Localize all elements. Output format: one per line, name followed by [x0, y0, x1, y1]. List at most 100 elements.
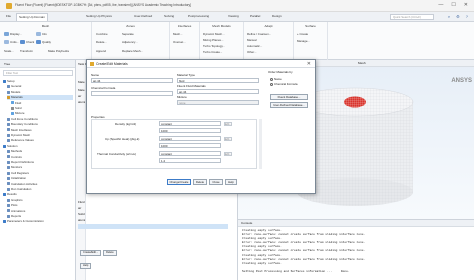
tree-item[interactable]: Reports — [7, 214, 73, 219]
tree-item[interactable]: Models — [7, 90, 73, 95]
console-panel[interactable]: Console Creating empty surface. Error: zo… — [238, 220, 474, 280]
tree-item[interactable]: Plots — [7, 203, 73, 208]
tree-item[interactable]: General — [7, 84, 73, 89]
tree-item[interactable]: Animations — [7, 209, 73, 214]
density-value-field[interactable]: 1000 — [159, 128, 221, 133]
name-field[interactable]: air-44 — [91, 78, 173, 83]
mesh-check-button[interactable]: Check — [20, 40, 34, 45]
zones-combine-button[interactable]: Combine — [96, 32, 108, 36]
interfaces-mesh-button[interactable]: Mesh... — [173, 32, 182, 36]
tab-solving[interactable]: Solving — [162, 13, 176, 21]
fluent-database-button[interactable]: Fluent Database... — [270, 94, 308, 100]
tree-item[interactable]: Parameters & Customization — [3, 219, 73, 224]
make-polyhedra-button[interactable]: Make Polyhedra — [48, 49, 69, 53]
tab-setting-up-domain[interactable]: Setting Up Domain — [16, 13, 48, 21]
task-help-button[interactable]: Help — [80, 263, 92, 269]
tree-item[interactable]: Controls — [7, 155, 73, 160]
adapt-refine-button[interactable]: Refine / Coarsen... — [247, 32, 271, 36]
thermal-conductivity-method-select[interactable]: constant — [159, 151, 221, 156]
tree-item[interactable]: Cell Zone Conditions — [7, 117, 73, 122]
tree-item-label: Dynamic Mesh — [11, 133, 31, 137]
tree-item[interactable]: Calculation Activities — [7, 182, 73, 187]
tree-item[interactable]: Solid — [11, 106, 73, 111]
quick-search-input[interactable]: Quick Search (Ctrl+F) — [390, 14, 434, 20]
help-icon[interactable]: ? — [466, 14, 468, 19]
chemical-formula-field[interactable] — [91, 91, 173, 96]
tab-file[interactable]: File — [4, 13, 13, 21]
tree-item[interactable]: Boundary Conditions — [7, 122, 73, 127]
density-edit-button[interactable]: Edit... — [224, 121, 232, 126]
search-icon[interactable]: ⌕ — [448, 14, 450, 19]
tab-user-defined[interactable]: User-Defined — [132, 13, 154, 21]
mixing-planes-button[interactable]: Mixing Planes... — [203, 38, 223, 42]
change-create-button[interactable]: Change/Create — [167, 179, 191, 185]
tree-item[interactable]: Monitors — [7, 165, 73, 170]
order-by-name-radio[interactable]: Name — [270, 77, 282, 81]
tree-item[interactable]: Setup — [3, 79, 73, 84]
tree-item[interactable]: Run Calculation — [7, 187, 73, 192]
cp-edit-button[interactable]: Edit... — [224, 136, 232, 141]
mixture-select[interactable]: none — [177, 100, 259, 105]
tree-item[interactable]: Fluid — [11, 101, 73, 106]
tree-item[interactable]: Mesh Interfaces — [7, 128, 73, 133]
dialog-delete-button[interactable]: Delete — [193, 179, 207, 185]
interfaces-overset-button[interactable]: Overset... — [173, 40, 186, 44]
dialog-help-button[interactable]: Help — [225, 179, 237, 185]
properties-scrollbar[interactable] — [259, 119, 262, 169]
turbo-topology-button[interactable]: Turbo Topology... — [203, 44, 225, 48]
mesh-info-button[interactable]: Info — [36, 32, 47, 37]
surface-create-button[interactable]: + Create — [297, 32, 308, 36]
tree-item[interactable]: Results — [3, 192, 73, 197]
order-by-formula-radio[interactable]: Chemical Formula — [270, 82, 297, 86]
create-edit-button[interactable]: Create/Edit... — [80, 250, 102, 256]
zones-delete-button[interactable]: Delete... — [96, 40, 107, 44]
close-icon[interactable]: ✕ — [307, 61, 311, 67]
tree-item[interactable]: Methods — [7, 149, 73, 154]
zones-separate-button[interactable]: Separate — [122, 32, 134, 36]
tree-filter-input[interactable]: Filter Text — [3, 70, 73, 76]
mesh-scale-button[interactable]: Scale... — [4, 49, 14, 53]
zones-adjacency-button[interactable]: Adjacency... — [122, 40, 138, 44]
adapt-other-button[interactable]: Other... — [247, 50, 256, 54]
close-button[interactable]: ✕ — [464, 2, 468, 8]
tab-setting-up-physics[interactable]: Setting Up Physics — [84, 13, 114, 21]
zones-append-button[interactable]: Append — [96, 49, 106, 53]
cp-value-field[interactable]: 1000 — [159, 143, 221, 148]
mesh-units-button[interactable]: Units... — [4, 40, 19, 45]
mesh-display-button[interactable]: Display... — [4, 32, 22, 37]
tree-item[interactable]: Materials — [7, 95, 73, 101]
mesh-transform-button[interactable]: Transform — [20, 49, 33, 53]
dialog-close-button[interactable]: Close — [209, 179, 223, 185]
cp-method-select[interactable]: constant — [159, 136, 221, 141]
tab-parallel[interactable]: Parallel — [248, 13, 262, 21]
turbo-create-button[interactable]: Turbo Create... — [203, 50, 222, 54]
tree-item[interactable]: Report Definitions — [7, 160, 73, 165]
tree-item[interactable]: Dynamic Mesh — [7, 133, 73, 138]
delete-material-button[interactable]: Delete — [103, 250, 117, 256]
tree-item[interactable]: Graphics — [7, 198, 73, 203]
mesh-quality-button[interactable]: Quality — [36, 40, 51, 45]
fluent-fluid-materials-select[interactable]: air-44 — [177, 89, 259, 94]
zones-replace-mesh-button[interactable]: Replace Mesh... — [122, 49, 143, 53]
tab-viewing[interactable]: Viewing — [226, 13, 241, 21]
density-method-select[interactable]: constant — [159, 121, 221, 126]
minimize-button[interactable]: — — [438, 2, 443, 8]
adapt-manual-button[interactable]: Manual — [247, 38, 256, 42]
thermal-conductivity-value-field[interactable]: 1.4 — [159, 158, 221, 163]
tree-item[interactable]: Cell Registers — [7, 171, 73, 176]
tab-design[interactable]: Design — [270, 13, 284, 21]
surface-manage-button[interactable]: Manage... — [297, 39, 310, 43]
maximize-button[interactable]: ☐ — [451, 2, 455, 8]
user-defined-database-button[interactable]: User-Defined Database... — [270, 102, 308, 108]
task-selected-row[interactable] — [78, 224, 228, 229]
tree-item[interactable]: Initialization — [7, 176, 73, 181]
gear-icon[interactable]: ⚙ — [456, 14, 460, 19]
tree-item[interactable]: Reference Values — [7, 138, 73, 143]
material-type-select[interactable]: fluid — [177, 78, 259, 83]
tree-item[interactable]: Mixture — [11, 111, 73, 116]
thermal-conductivity-edit-button[interactable]: Edit... — [224, 151, 232, 156]
dynamic-mesh-button[interactable]: Dynamic Mesh... — [203, 32, 225, 36]
tree-item[interactable]: Solution — [3, 144, 73, 149]
tab-postprocessing[interactable]: Postprocessing — [186, 13, 211, 21]
adapt-automatic-button[interactable]: Automatic... — [247, 44, 262, 48]
